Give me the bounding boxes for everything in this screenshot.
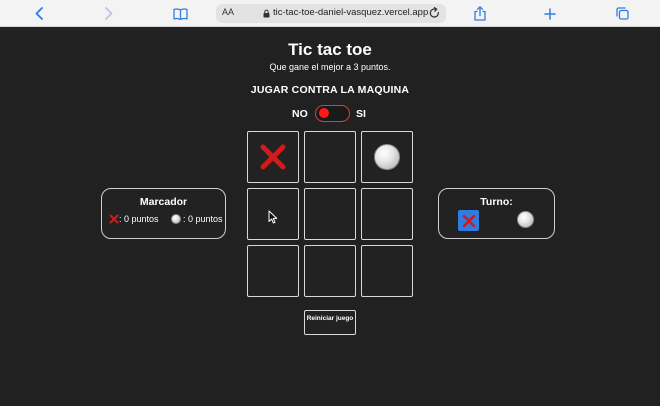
back-icon [35, 7, 43, 20]
toggle-off-label: NO [292, 108, 308, 120]
page-title: Tic tac toe [288, 40, 372, 59]
bookmarks-button[interactable] [171, 3, 189, 24]
board-cell-6[interactable] [361, 188, 413, 240]
page-subtitle: Que gane el mejor a 3 puntos. [269, 62, 391, 72]
tabs-icon [615, 7, 629, 20]
text-size-button[interactable]: AA [222, 7, 234, 17]
x-score: : 0 puntos [109, 214, 159, 224]
board-cell-5[interactable] [304, 188, 356, 240]
turn-o-indicator [517, 211, 534, 228]
turn-title: Turno: [480, 196, 513, 208]
machine-toggle-row: NO SI [0, 104, 660, 122]
score-panel: Marcador : 0 puntos : 0 puntos [101, 188, 226, 239]
o-score-value: : 0 puntos [183, 214, 223, 224]
x-mark-icon [260, 144, 286, 170]
board-cell-2[interactable] [304, 131, 356, 183]
reset-game-button[interactable]: Reiniciar juego [304, 310, 356, 335]
machine-toggle[interactable] [315, 105, 350, 122]
forward-icon [105, 7, 113, 20]
toggle-knob [319, 108, 329, 118]
url-text: tic-tac-toe-daniel-vasquez.vercel.app [273, 7, 429, 18]
forward-button[interactable] [102, 3, 116, 24]
o-orb-icon [171, 214, 181, 224]
toggle-on-label: SI [356, 108, 366, 120]
o-orb-icon [374, 144, 400, 170]
o-score: : 0 puntos [171, 214, 223, 224]
turn-panel: Turno: [438, 188, 555, 239]
o-orb-icon [517, 211, 534, 228]
bookmarks-icon [172, 7, 188, 20]
board-cell-1[interactable] [247, 131, 299, 183]
x-score-value: : 0 puntos [119, 214, 159, 224]
turn-x-indicator [458, 210, 479, 231]
mode-label: JUGAR CONTRA LA MAQUINA [250, 84, 410, 96]
share-button[interactable] [473, 3, 487, 24]
new-tab-button[interactable] [543, 3, 557, 24]
back-button[interactable] [32, 3, 46, 24]
new-tab-icon [544, 7, 556, 20]
cursor-icon [268, 210, 278, 224]
tabs-button[interactable] [614, 3, 630, 24]
reload-icon[interactable] [429, 7, 440, 19]
browser-toolbar: AA tic-tac-toe-daniel-vasquez.vercel.app [0, 0, 660, 27]
board-cell-3[interactable] [361, 131, 413, 183]
x-mark-icon [109, 214, 119, 224]
x-mark-icon [462, 214, 475, 227]
share-icon [474, 6, 486, 21]
board-cell-7[interactable] [247, 245, 299, 297]
board-cell-9[interactable] [361, 245, 413, 297]
address-bar[interactable]: AA tic-tac-toe-daniel-vasquez.vercel.app [216, 4, 446, 23]
lock-icon [263, 9, 270, 18]
board-cell-8[interactable] [304, 245, 356, 297]
score-title: Marcador [139, 196, 188, 208]
